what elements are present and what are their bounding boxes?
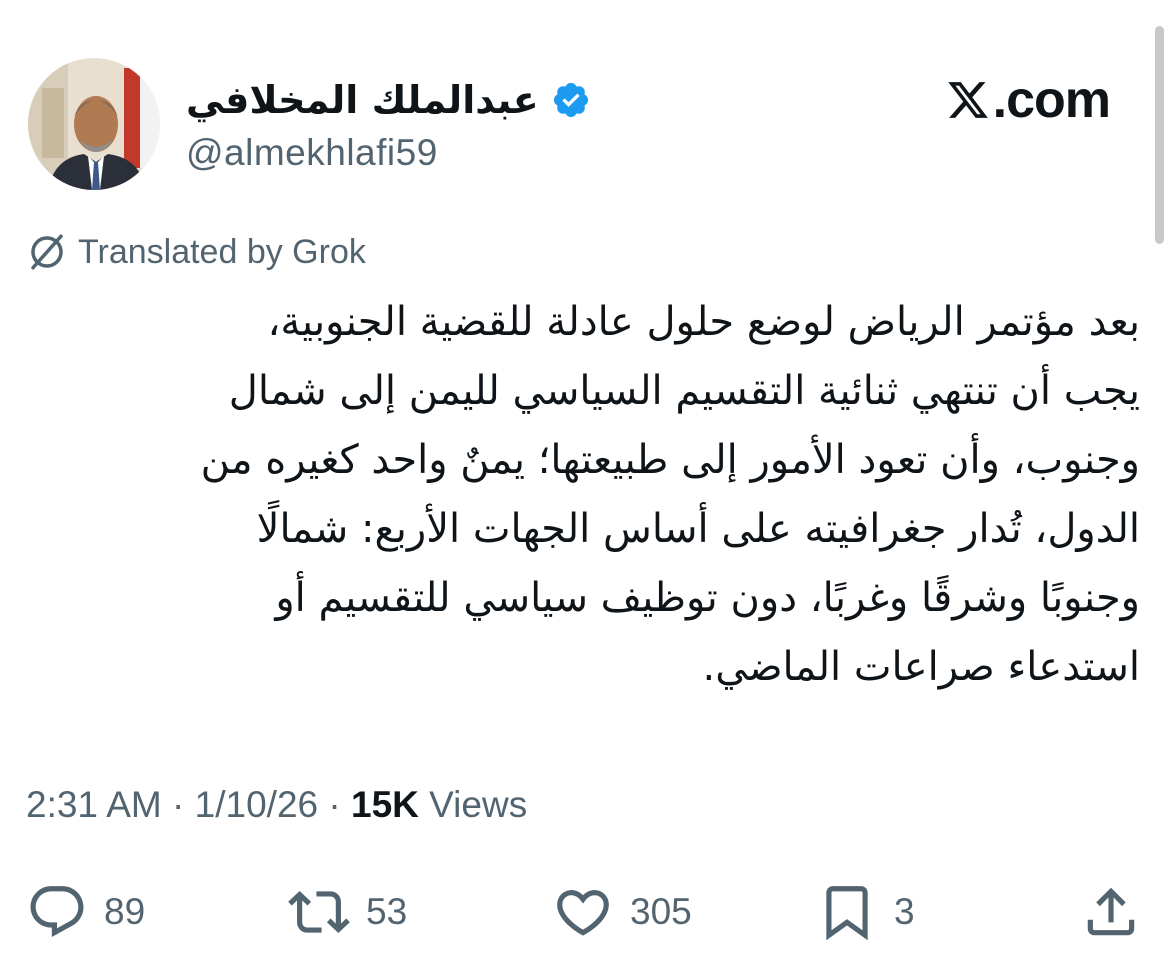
translated-label: Translated by Grok: [78, 232, 366, 271]
bookmark-button[interactable]: 3: [816, 878, 915, 946]
author-name-row: عبدالملك المخلافي: [186, 72, 591, 128]
repost-button[interactable]: 53: [288, 878, 407, 946]
translate-icon: [31, 234, 63, 270]
tweet-date[interactable]: 1/10/26: [195, 784, 318, 825]
verified-badge-icon: [553, 82, 588, 118]
profile-photo: [28, 58, 160, 190]
tweet-text: بعد مؤتمر الرياض لوضع حلول عادلة للقضية …: [20, 288, 1140, 702]
like-button[interactable]: 305: [552, 878, 692, 946]
translated-by-grok[interactable]: Translated by Grok: [26, 230, 366, 274]
scrollbar[interactable]: [1155, 26, 1164, 244]
avatar[interactable]: [28, 58, 160, 190]
share-icon: [1087, 887, 1135, 936]
tweet-line: يجب أن تنتهي ثنائية التقسيم السياسي لليم…: [228, 368, 1140, 414]
tweet-line: استدعاء صراعات الماضي.: [702, 644, 1140, 690]
views-label: Views: [418, 784, 528, 825]
heart-icon: [557, 890, 609, 936]
reply-icon: [30, 886, 84, 938]
views-count: 15K: [351, 784, 419, 825]
tweet-line: وجنوبًا وشرقًا وغربًا، دون توظيف سياسي ل…: [275, 575, 1140, 621]
bookmark-icon: [826, 886, 868, 941]
brand-text: .com: [992, 71, 1111, 129]
author-display-name[interactable]: عبدالملك المخلافي: [186, 78, 539, 122]
brand-watermark: .com: [945, 71, 1111, 129]
reply-count: 89: [104, 891, 146, 932]
x-logo-icon: [947, 82, 988, 118]
tweet-line: بعد مؤتمر الرياض لوضع حلول عادلة للقضية …: [267, 299, 1140, 345]
reply-button[interactable]: 89: [26, 878, 145, 946]
tweet-line: الدول، تُدار جغرافيته على أساس الجهات ال…: [256, 506, 1140, 552]
meta-separator: ·: [161, 784, 195, 825]
bookmark-count: 3: [894, 891, 915, 932]
author-handle[interactable]: @almekhlafi59: [186, 132, 438, 174]
like-count: 305: [630, 891, 692, 932]
share-button[interactable]: [1080, 878, 1142, 946]
tweet-header: عبدالملك المخلافي @almekhlafi59 .com: [28, 58, 1128, 190]
tweet-line: وجنوب، وأن تعود الأمور إلى طبيعتها؛ يمنٌ…: [200, 437, 1140, 483]
tweet-meta: 2:31 AM · 1/10/26 · 15K Views: [26, 784, 527, 826]
meta-separator: ·: [318, 784, 351, 825]
repost-icon: [288, 891, 350, 933]
tweet-time[interactable]: 2:31 AM: [26, 784, 162, 825]
repost-count: 53: [366, 891, 408, 932]
action-bar: 89 53 305 3: [26, 878, 1146, 946]
